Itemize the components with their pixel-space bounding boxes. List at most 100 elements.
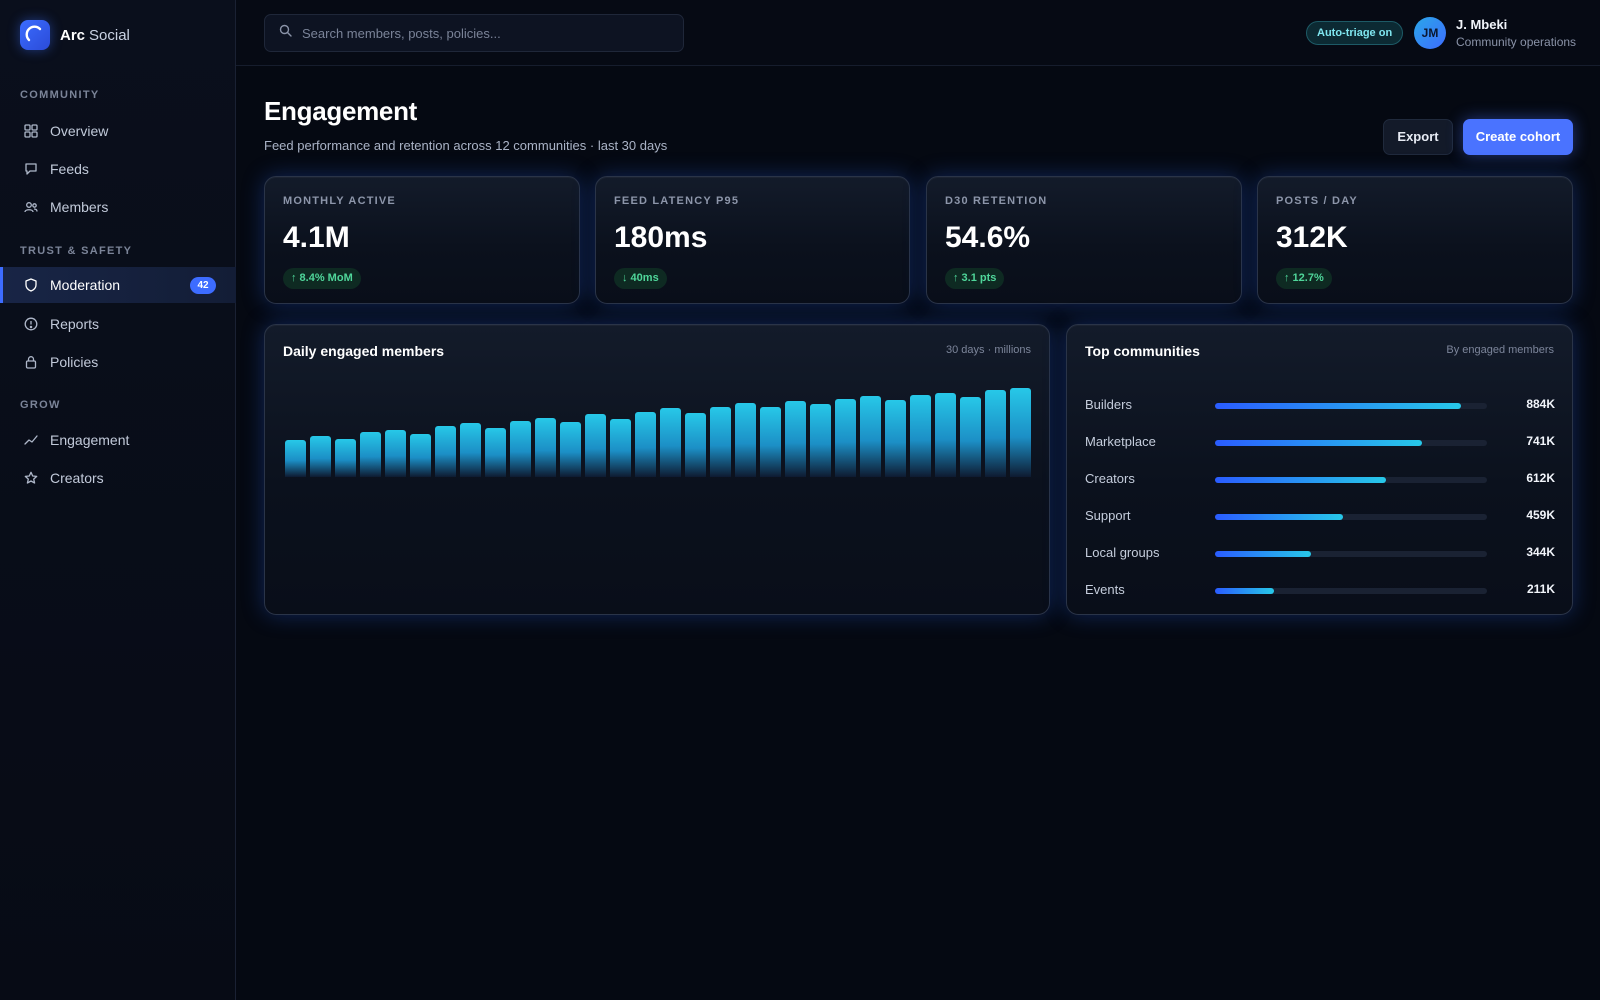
- search-input[interactable]: [302, 25, 662, 41]
- lock-icon: [24, 355, 38, 369]
- create-cohort-button[interactable]: Create cohort: [1463, 119, 1573, 155]
- sidebar-item-label: Reports: [50, 316, 100, 332]
- list-item[interactable]: Builders 884K: [1085, 395, 1555, 415]
- chart-bar[interactable]: [510, 420, 531, 477]
- kpi-card-d30-retention: D30 RETENTION 54.6% ↑ 3.1 pts: [926, 176, 1242, 304]
- grid-icon: [24, 124, 38, 138]
- brand-name: Arc: [60, 26, 86, 44]
- chart-bar[interactable]: [835, 398, 856, 477]
- sidebar-item-feeds[interactable]: Feeds: [0, 151, 236, 187]
- sidebar-item-moderation[interactable]: Moderation 42: [0, 267, 236, 303]
- users-icon: [24, 200, 38, 214]
- community-bar: [1215, 403, 1462, 409]
- community-name: Local groups: [1085, 545, 1160, 560]
- list-item[interactable]: Marketplace 741K: [1085, 432, 1555, 452]
- search-box[interactable]: [264, 14, 684, 52]
- sidebar-item-members[interactable]: Members: [0, 189, 236, 225]
- chart-title: Daily engaged members: [283, 343, 445, 359]
- page-title: Engagement: [264, 96, 418, 126]
- sidebar-item-label: Overview: [50, 123, 109, 139]
- chart-bar[interactable]: [460, 423, 481, 477]
- community-value: 741K: [1526, 434, 1555, 448]
- chart-bar[interactable]: [710, 406, 731, 477]
- community-bar: [1215, 588, 1274, 594]
- chart-bar[interactable]: [860, 395, 881, 477]
- community-bar-track: [1215, 477, 1487, 483]
- nav-section-community: COMMUNITY: [20, 89, 100, 101]
- search-icon: [279, 24, 292, 42]
- chart-bar[interactable]: [910, 394, 931, 477]
- list-item[interactable]: Support 459K: [1085, 506, 1555, 526]
- community-value: 884K: [1526, 397, 1555, 411]
- chart-bar[interactable]: [560, 422, 581, 477]
- chart-bar[interactable]: [535, 417, 556, 477]
- list-item[interactable]: Events 211K: [1085, 580, 1555, 600]
- user-role: Community operations: [1456, 35, 1577, 49]
- avatar[interactable]: JM: [1414, 17, 1446, 49]
- chart-bar[interactable]: [360, 432, 381, 477]
- chart-bar[interactable]: [785, 401, 806, 477]
- arc-logo-icon: [20, 20, 50, 50]
- chart-bar[interactable]: [735, 402, 756, 477]
- chat-icon: [24, 162, 38, 176]
- community-value: 459K: [1526, 508, 1555, 522]
- kpi-value: 312K: [1276, 221, 1348, 254]
- alert-circle-icon: [24, 317, 38, 331]
- kpi-delta-badge: ↓ 40ms: [614, 268, 667, 289]
- sidebar-item-reports[interactable]: Reports: [0, 306, 236, 342]
- sidebar-item-overview[interactable]: Overview: [0, 113, 236, 149]
- chart-bar[interactable]: [935, 393, 956, 477]
- export-button[interactable]: Export: [1383, 119, 1453, 155]
- community-bar-track: [1215, 551, 1487, 557]
- community-bar-track: [1215, 403, 1487, 409]
- kpi-label: D30 RETENTION: [945, 195, 1048, 207]
- sidebar-item-policies[interactable]: Policies: [0, 344, 236, 380]
- sidebar-item-label: Policies: [50, 354, 99, 370]
- sidebar-item-creators[interactable]: Creators: [0, 460, 236, 496]
- chart-bar[interactable]: [960, 397, 981, 477]
- communities-meta: By engaged members: [1446, 344, 1554, 356]
- list-item[interactable]: Local groups 344K: [1085, 543, 1555, 563]
- community-name: Support: [1085, 508, 1131, 523]
- chart-bar[interactable]: [810, 404, 831, 477]
- kpi-delta-badge: ↑ 3.1 pts: [945, 268, 1005, 289]
- chart-bar[interactable]: [685, 413, 706, 477]
- chart-bar[interactable]: [760, 406, 781, 477]
- community-bar: [1215, 551, 1311, 557]
- chart-bar[interactable]: [610, 418, 631, 477]
- topbar: Auto-triage on JM J. Mbeki Community ope…: [236, 0, 1600, 66]
- auto-triage-status-badge[interactable]: Auto-triage on: [1306, 21, 1404, 45]
- brand[interactable]: Arc Social: [20, 20, 130, 50]
- chart-bar[interactable]: [310, 435, 331, 477]
- sidebar-item-label: Engagement: [50, 432, 130, 448]
- sidebar-item-engagement[interactable]: Engagement: [0, 422, 236, 458]
- sidebar-item-label: Creators: [50, 470, 104, 486]
- chart-bar[interactable]: [410, 434, 431, 477]
- chart-bar[interactable]: [335, 438, 356, 477]
- kpi-value: 4.1M: [283, 221, 350, 254]
- kpi-delta-badge: ↑ 12.7%: [1276, 268, 1332, 289]
- chart-bar[interactable]: [635, 412, 656, 477]
- kpi-value: 54.6%: [945, 221, 1031, 254]
- community-value: 211K: [1526, 582, 1555, 596]
- chart-bar[interactable]: [385, 429, 406, 477]
- chart-bar[interactable]: [285, 439, 306, 477]
- chart-bar[interactable]: [885, 400, 906, 477]
- chart-bar[interactable]: [1010, 388, 1031, 477]
- community-bar: [1215, 477, 1386, 483]
- community-bar: [1215, 514, 1343, 520]
- kpi-card-feed-latency: FEED LATENCY P95 180ms ↓ 40ms: [595, 176, 910, 304]
- chart-bar[interactable]: [485, 427, 506, 477]
- sidebar-item-label: Members: [50, 199, 109, 215]
- list-item[interactable]: Creators 612K: [1085, 469, 1555, 489]
- community-name: Events: [1085, 582, 1125, 597]
- moderation-count-badge: 42: [190, 277, 216, 294]
- shield-icon: [24, 278, 38, 292]
- chart-bar[interactable]: [660, 408, 681, 477]
- chart-bar[interactable]: [985, 390, 1006, 477]
- kpi-card-posts-per-day: POSTS / DAY 312K ↑ 12.7%: [1257, 176, 1573, 304]
- user-name[interactable]: J. Mbeki: [1456, 17, 1507, 32]
- community-bar-track: [1215, 588, 1487, 594]
- chart-bar[interactable]: [435, 426, 456, 477]
- chart-bar[interactable]: [585, 414, 606, 477]
